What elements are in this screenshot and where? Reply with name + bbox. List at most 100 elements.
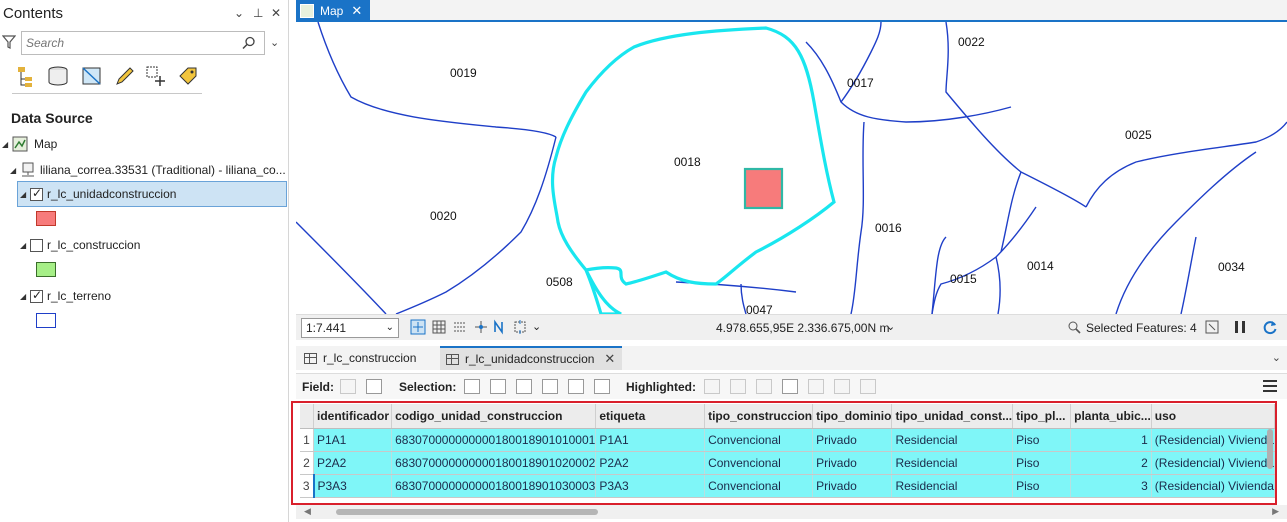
column-header[interactable]: tipo_unidad_const... (891, 404, 1014, 429)
list-by-selection-icon[interactable] (80, 64, 104, 88)
switch-selection-icon[interactable] (516, 379, 532, 394)
table-cell[interactable]: Privado (812, 428, 893, 452)
table-options-menu-icon[interactable] (1263, 380, 1277, 392)
list-by-labeling-icon[interactable] (176, 64, 200, 88)
table-cell[interactable]: Residencial (891, 428, 1014, 452)
list-by-data-source-icon[interactable] (46, 64, 70, 88)
table-cell[interactable]: Convencional (704, 428, 814, 452)
toc-layer-terreno[interactable]: ◢ r_lc_terreno (20, 285, 111, 307)
copy-selected-icon[interactable] (594, 379, 610, 394)
north-arrow-icon[interactable] (492, 319, 508, 335)
table-cell[interactable]: 683070000000000180018901030003 (391, 474, 597, 498)
selected-features-count[interactable]: Selected Features: 4 (1086, 321, 1197, 335)
scrollbar-thumb[interactable] (336, 509, 598, 515)
zoom-to-selection-icon[interactable] (490, 379, 506, 394)
list-by-editing-icon[interactable] (112, 64, 136, 88)
table-cell[interactable]: 1 (1070, 428, 1152, 452)
search-icon[interactable] (242, 36, 256, 50)
list-by-drawing-order-icon[interactable] (16, 64, 40, 88)
table-cell[interactable]: P1A1 (595, 428, 706, 452)
navigation-options-icon[interactable] (512, 319, 528, 335)
selected-parcel-outline[interactable] (550, 26, 836, 314)
scale-selector[interactable]: 1:7.441 ⌄ (301, 318, 399, 338)
table-row[interactable]: 2 P2A2 683070000000000180018901020002 P2… (300, 451, 1275, 475)
delete-selected-icon[interactable] (568, 379, 584, 394)
table-cell[interactable]: (Residencial) Vivienda (1151, 474, 1275, 498)
selected-construction-unit[interactable] (743, 167, 784, 210)
table-cell[interactable]: Convencional (704, 451, 814, 475)
toc-layer-construccion[interactable]: ◢ r_lc_construccion (20, 234, 140, 256)
select-by-attributes-icon[interactable] (464, 379, 480, 394)
layer-visibility-checkbox[interactable] (30, 288, 43, 303)
copy-highlighted-icon[interactable] (860, 379, 876, 394)
column-header[interactable]: tipo_pl... (1012, 404, 1072, 429)
column-header[interactable]: uso (1151, 404, 1275, 429)
layer-visibility-checkbox[interactable] (30, 186, 43, 201)
table-row[interactable]: 3 P3A3 683070000000000180018901030003 P3… (300, 474, 1275, 498)
table-cell[interactable]: 683070000000000180018901020002 (391, 451, 597, 475)
table-cell[interactable]: Piso (1012, 428, 1072, 452)
fixed-zoom-icon[interactable] (410, 319, 426, 335)
collapse-triangle-icon[interactable]: ◢ (10, 166, 20, 175)
column-header[interactable]: planta_ubic... (1070, 404, 1152, 429)
tab-map[interactable]: Map ✕ (296, 0, 370, 22)
layer-symbol-swatch[interactable] (36, 313, 56, 328)
search-box[interactable] (21, 31, 265, 55)
collapse-triangle-icon[interactable]: ◢ (20, 292, 30, 301)
collapse-triangle-icon[interactable]: ◢ (20, 241, 30, 250)
snapping-icon[interactable] (452, 319, 468, 335)
table-cell[interactable]: (Residencial) Vivienda (1151, 428, 1275, 452)
zoom-to-highlighted-icon[interactable] (704, 379, 720, 394)
table-cell[interactable]: P2A2 (313, 451, 393, 475)
table-cell[interactable]: Residencial (891, 474, 1014, 498)
collapse-triangle-icon[interactable]: ◢ (20, 190, 30, 199)
toc-layer-unidadconstruccion[interactable]: ◢ r_lc_unidadconstruccion (20, 183, 176, 205)
tabs-chevron-down-icon[interactable]: ⌄ (1272, 351, 1281, 364)
search-options-chevron-icon[interactable]: ⌄ (270, 36, 279, 49)
table-cell[interactable]: P2A2 (595, 451, 706, 475)
table-cell[interactable]: Residencial (891, 451, 1014, 475)
tab-r-lc-unidadconstruccion[interactable]: r_lc_unidadconstruccion ✕ (440, 346, 622, 370)
map-canvas[interactable]: 0019 0022 0017 0025 0018 0020 0016 0015 … (296, 22, 1287, 314)
tab-r-lc-construccion[interactable]: r_lc_construccion (298, 346, 438, 370)
table-cell[interactable]: Piso (1012, 474, 1072, 498)
table-cell[interactable]: (Residencial) Vivienda (1151, 451, 1275, 475)
table-cell[interactable]: Piso (1012, 451, 1072, 475)
unhighlight-icon[interactable] (756, 379, 772, 394)
table-cell[interactable]: 3 (1070, 474, 1152, 498)
close-pane-icon[interactable]: ✕ (271, 6, 281, 20)
coordinate-system-chevron-icon[interactable]: ⌄ (886, 320, 895, 333)
table-cell[interactable]: P3A3 (313, 474, 393, 498)
constraints-icon[interactable] (473, 319, 489, 335)
toc-item-map[interactable]: ◢ Map (2, 133, 57, 155)
chevron-down-icon[interactable]: ⌄ (532, 320, 541, 333)
search-input[interactable] (22, 32, 232, 54)
clear-highlighted-icon[interactable] (834, 379, 850, 394)
vertical-scrollbar[interactable] (1267, 429, 1273, 469)
pause-drawing-icon[interactable] (1232, 319, 1248, 335)
table-row[interactable]: 1 P1A1 683070000000000180018901010001 P1… (300, 428, 1275, 452)
list-by-snapping-icon[interactable] (144, 64, 168, 88)
column-header[interactable]: tipo_dominio (812, 404, 893, 429)
table-cell[interactable]: Privado (812, 474, 893, 498)
row-number[interactable]: 2 (300, 451, 314, 475)
grid-icon[interactable] (431, 319, 447, 335)
refresh-icon[interactable] (1262, 319, 1278, 335)
selected-features-icon[interactable] (1066, 319, 1082, 335)
scroll-left-icon[interactable]: ◀ (304, 506, 311, 517)
column-header[interactable]: etiqueta (595, 404, 706, 429)
row-number[interactable]: 3 (300, 474, 315, 498)
delete-highlighted-icon[interactable] (808, 379, 824, 394)
toggle-selection-icon[interactable] (1204, 319, 1220, 335)
highlight-selected-icon[interactable] (782, 379, 798, 394)
add-field-icon[interactable] (340, 379, 356, 394)
column-header[interactable]: codigo_unidad_construccion (391, 404, 597, 429)
calculate-field-icon[interactable] (366, 379, 382, 394)
collapse-triangle-icon[interactable]: ◢ (2, 140, 12, 149)
table-cell[interactable]: P1A1 (313, 428, 393, 452)
row-number[interactable]: 1 (300, 428, 314, 452)
clear-selection-icon[interactable] (542, 379, 558, 394)
pane-options-chevron-icon[interactable]: ⌄ (234, 6, 244, 20)
horizontal-scrollbar[interactable]: ◀ ▶ (296, 505, 1287, 519)
layer-symbol-swatch[interactable] (36, 262, 56, 277)
